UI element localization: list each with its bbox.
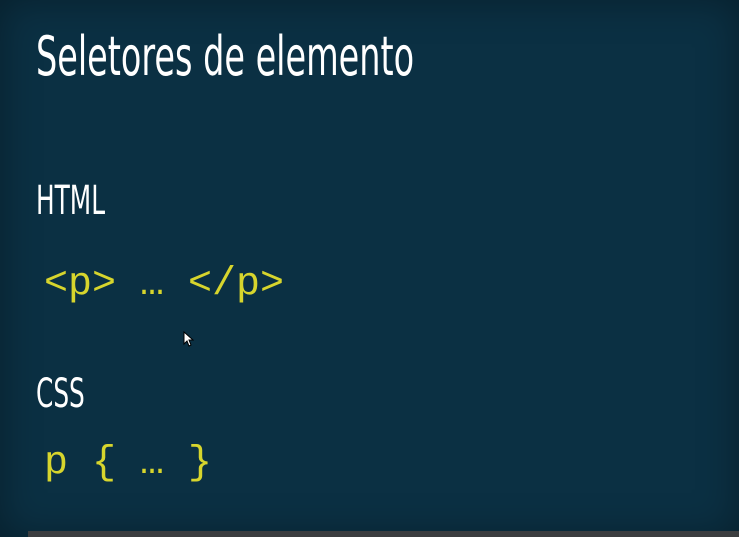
css-section-label: CSS xyxy=(36,371,85,417)
html-section-label: HTML xyxy=(36,178,106,224)
bottom-bar xyxy=(28,531,739,537)
css-code-example: p { … } xyxy=(44,441,213,486)
slide: Seletores de elemento HTML <p> … </p> CS… xyxy=(0,0,739,537)
html-code-example: <p> … </p> xyxy=(44,262,285,307)
slide-title: Seletores de elemento xyxy=(36,25,415,88)
mouse-pointer-icon xyxy=(183,331,194,347)
